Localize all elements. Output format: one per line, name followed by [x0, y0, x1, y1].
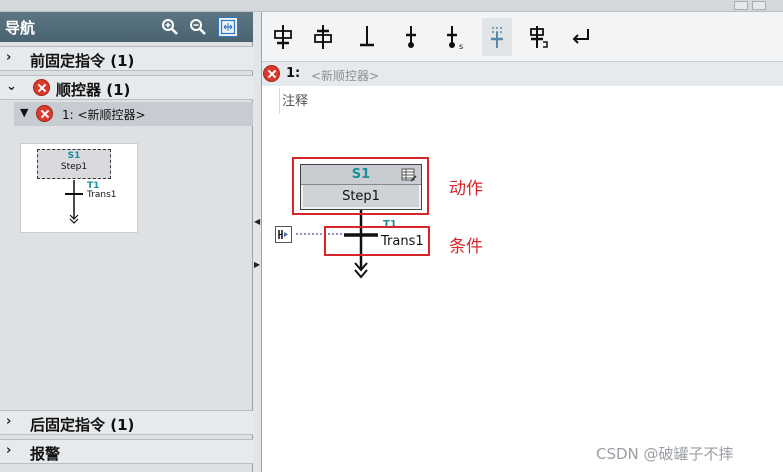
nav-header: 导航: [0, 12, 253, 42]
insert-step-transition-icon[interactable]: [268, 18, 298, 56]
watermark: CSDN @破罐子不摔: [596, 445, 734, 463]
top-strip: [0, 0, 783, 12]
sequence-number: 1:: [286, 66, 301, 81]
error-icon: [33, 79, 50, 96]
thumbnail-trans-name: Trans1: [87, 190, 117, 200]
collapse-caret-icon[interactable]: ⌄: [6, 79, 17, 94]
expand-caret-icon[interactable]: ›: [6, 443, 11, 458]
thumbnail-graph: [65, 180, 83, 224]
action-annotation-label: 动作: [449, 179, 483, 199]
svg-text:s: s: [459, 42, 463, 51]
fit-view-icon[interactable]: [218, 17, 238, 37]
return-icon[interactable]: [566, 18, 596, 56]
sequence-tree-item[interactable]: ▼ 1: <新顺控器>: [14, 102, 253, 126]
section-label: 后固定指令 (1): [30, 416, 135, 434]
insert-transition-step-icon[interactable]: [308, 18, 338, 56]
sequence-name[interactable]: <新顺控器>: [311, 67, 379, 84]
insert-stop-icon[interactable]: s: [440, 18, 470, 56]
comment-divider: [279, 88, 280, 114]
flow-end-arrow-icon: [354, 262, 368, 279]
expand-triangle-icon[interactable]: ▼: [20, 106, 28, 119]
close-branch-icon[interactable]: [524, 18, 554, 56]
panel-splitter[interactable]: ◀ ▶: [253, 12, 262, 472]
error-icon: [36, 105, 53, 122]
action-highlight-box: [292, 157, 429, 215]
simultaneous-branch-icon[interactable]: [482, 18, 512, 56]
comment-field[interactable]: 注释: [282, 90, 308, 109]
zoom-out-icon[interactable]: [188, 17, 208, 37]
section-label: 前固定指令 (1): [30, 52, 135, 70]
nav-section-pre-instructions[interactable]: › 前固定指令 (1): [0, 46, 253, 71]
section-label: 顺控器 (1): [56, 81, 131, 99]
transition-condition-icon[interactable]: [275, 226, 292, 243]
error-icon: [263, 65, 280, 82]
insert-jump-icon[interactable]: [396, 18, 426, 56]
expand-caret-icon[interactable]: ›: [6, 50, 11, 65]
collapse-left-arrow-icon[interactable]: ◀: [254, 217, 260, 226]
insert-branch-icon[interactable]: [352, 18, 382, 56]
navigation-panel: 导航 › 前固定指令 (1) ⌄ 顺控器 (1) ▼ 1: <新顺控器> S1 …: [0, 12, 253, 472]
expand-right-arrow-icon[interactable]: ▶: [254, 260, 260, 269]
nav-title: 导航: [5, 19, 36, 37]
condition-annotation-label: 条件: [449, 237, 483, 257]
section-label: 报警: [30, 445, 61, 463]
sequence-item-label: 1: <新顺控器>: [62, 108, 146, 122]
window-button[interactable]: [752, 1, 766, 10]
sequence-toolbar: s: [262, 12, 783, 62]
window-button[interactable]: [734, 1, 748, 10]
nav-section-sequencer[interactable]: ⌄ 顺控器 (1): [0, 75, 253, 100]
nav-section-post-instructions[interactable]: › 后固定指令 (1): [0, 410, 253, 435]
zoom-in-icon[interactable]: [160, 17, 180, 37]
condition-highlight-box: [324, 226, 430, 256]
expand-caret-icon[interactable]: ›: [6, 414, 11, 429]
sequence-thumbnail[interactable]: S1 Step1 T1 Trans1: [20, 143, 138, 233]
nav-section-alarms[interactable]: › 报警: [0, 439, 253, 464]
